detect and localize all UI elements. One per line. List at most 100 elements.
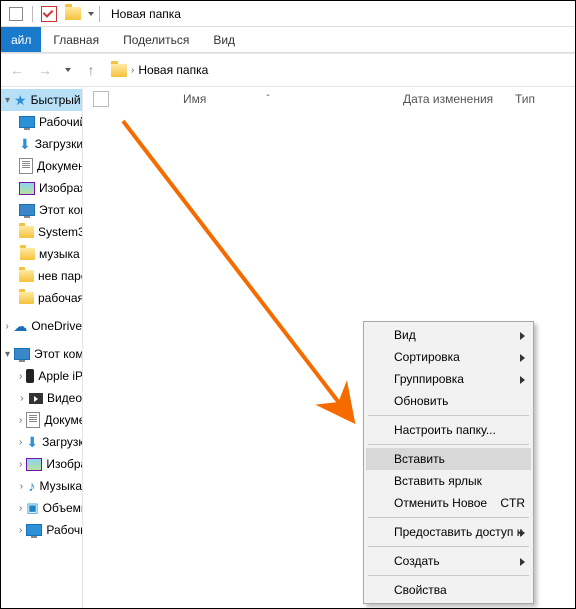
menu-item[interactable]: Свойства <box>366 579 531 601</box>
menu-item[interactable]: Настроить папку... <box>366 419 531 441</box>
tab-home[interactable]: Главная <box>41 27 111 52</box>
menu-item-label: Вид <box>394 328 416 342</box>
separator <box>32 6 33 22</box>
tab-file[interactable]: айл <box>1 27 41 52</box>
sidebar-item[interactable]: ›Изображения <box>1 453 82 475</box>
content-pane[interactable]: Имяˆ Дата изменения Тип Вид Сортировка Гру… <box>83 87 575 608</box>
sidebar-item[interactable]: музыка <box>1 243 82 265</box>
menu-item-label: Настроить папку... <box>394 423 496 437</box>
sidebar-item[interactable]: ›Рабочий сто <box>1 519 82 541</box>
sidebar-item[interactable]: ›⬇Загрузки <box>1 431 82 453</box>
sidebar-item-label: Apple iPhone <box>38 369 82 383</box>
folder-icon <box>19 290 34 306</box>
nav-bar: ← → ↑ › Новая папка <box>1 54 575 86</box>
music-icon: ♪ <box>28 478 36 494</box>
sidebar-label: Быстрый доступ <box>31 93 82 107</box>
sidebar-item-label: Документы <box>37 159 82 173</box>
desktop-icon <box>26 522 42 538</box>
tab-view[interactable]: Вид <box>201 27 247 52</box>
back-button[interactable]: ← <box>5 58 29 82</box>
menu-item-label: Отменить Новое <box>394 496 487 510</box>
expand-icon[interactable]: › <box>19 415 22 426</box>
expand-icon[interactable]: › <box>19 437 22 448</box>
history-dropdown-icon[interactable] <box>65 68 71 72</box>
menu-item[interactable]: Вставить ярлык <box>366 470 531 492</box>
cube-icon: ▣ <box>26 500 38 516</box>
sidebar-item-label: рабочая <box>38 291 82 305</box>
expand-icon[interactable]: › <box>19 459 22 470</box>
explorer-window: Новая папка айл Главная Поделиться Вид ←… <box>0 0 576 609</box>
expand-icon[interactable]: › <box>19 525 22 536</box>
sidebar-item[interactable]: › ♪ Музыка <box>1 475 82 497</box>
menu-separator <box>368 444 529 445</box>
sidebar-item-label: музыка <box>39 247 80 261</box>
sidebar-item[interactable]: ⬇Загрузки📌 <box>1 133 82 155</box>
menu-separator <box>368 575 529 576</box>
forward-button[interactable]: → <box>33 58 57 82</box>
menu-item-label: Группировка <box>394 372 464 386</box>
sidebar-label: OneDrive <box>31 319 82 333</box>
menu-item[interactable]: Группировка <box>366 368 531 390</box>
sidebar-item[interactable]: Этот компь📌 <box>1 199 82 221</box>
sidebar-item[interactable]: System32 <box>1 221 82 243</box>
sidebar-item-label: Музыка <box>40 479 82 493</box>
sidebar-item[interactable]: ›Видео <box>1 387 82 409</box>
expand-icon[interactable]: › <box>19 481 24 492</box>
up-button[interactable]: ↑ <box>79 58 103 82</box>
sidebar-item[interactable]: › Apple iPhone <box>1 365 82 387</box>
sidebar-label: Этот компьютер <box>34 347 82 361</box>
sidebar-quick-access[interactable]: ▾ ★ Быстрый доступ <box>1 89 82 111</box>
sidebar-onedrive[interactable]: › ☁ OneDrive <box>1 315 82 337</box>
image-icon <box>26 456 42 472</box>
menu-item[interactable]: Отменить НовоеCTR <box>366 492 531 514</box>
image-icon <box>19 180 35 196</box>
menu-item[interactable]: Сортировка <box>366 346 531 368</box>
arrow-right-icon: → <box>38 62 52 78</box>
menu-item[interactable]: Вид <box>366 324 531 346</box>
expand-icon[interactable]: › <box>5 321 9 332</box>
folder-icon[interactable] <box>62 5 84 23</box>
tab-share[interactable]: Поделиться <box>111 27 201 52</box>
download-icon: ⬇ <box>19 136 31 152</box>
collapse-icon[interactable]: ▾ <box>5 349 10 360</box>
sidebar-item[interactable]: ›Документы <box>1 409 82 431</box>
column-date[interactable]: Дата изменения <box>403 92 515 106</box>
menu-item-label: Сортировка <box>394 350 460 364</box>
sidebar-item[interactable]: нев пароли <box>1 265 82 287</box>
folder-icon <box>19 268 34 284</box>
expand-icon[interactable]: › <box>19 393 25 404</box>
ribbon-tabs: айл Главная Поделиться Вид <box>1 27 575 53</box>
app-icon <box>5 5 27 23</box>
breadcrumb[interactable]: › Новая папка <box>107 59 571 81</box>
sidebar-item[interactable]: рабочая <box>1 287 82 309</box>
document-icon <box>26 412 40 428</box>
sidebar-item[interactable]: ›▣Объемные об <box>1 497 82 519</box>
video-icon <box>29 390 43 406</box>
sidebar-item[interactable]: Изображени📌 <box>1 177 82 199</box>
expand-icon[interactable]: › <box>19 503 22 514</box>
folder-icon <box>19 224 34 240</box>
menu-item[interactable]: Создать <box>366 550 531 572</box>
menu-item[interactable]: Вставить <box>366 448 531 470</box>
sidebar-item-label: нев пароли <box>38 269 82 283</box>
menu-item-label: Свойства <box>394 583 447 597</box>
phone-icon <box>26 368 34 384</box>
expand-icon[interactable]: › <box>19 371 22 382</box>
sidebar-thispc[interactable]: ▾ Этот компьютер <box>1 343 82 365</box>
menu-item-label: Вставить ярлык <box>394 474 482 488</box>
file-list[interactable]: Вид Сортировка Группировка Обновить Настроит… <box>83 111 575 608</box>
collapse-icon[interactable]: ▾ <box>5 95 10 106</box>
select-all-checkbox[interactable] <box>93 91 109 107</box>
pc-icon <box>14 346 30 362</box>
menu-item[interactable]: Обновить <box>366 390 531 412</box>
column-name[interactable]: Имяˆ <box>133 92 403 106</box>
column-type[interactable]: Тип <box>515 92 575 106</box>
sidebar-item-label: Загрузки <box>35 137 82 151</box>
sidebar-item[interactable]: Документы📌 <box>1 155 82 177</box>
sidebar-item-label: Рабочий сто <box>39 115 82 129</box>
document-icon <box>19 158 33 174</box>
sidebar-item[interactable]: Рабочий сто📌 <box>1 111 82 133</box>
checkbox-icon[interactable] <box>38 5 60 23</box>
qa-dropdown-icon[interactable] <box>88 12 94 16</box>
menu-item[interactable]: Предоставить доступ к <box>366 521 531 543</box>
